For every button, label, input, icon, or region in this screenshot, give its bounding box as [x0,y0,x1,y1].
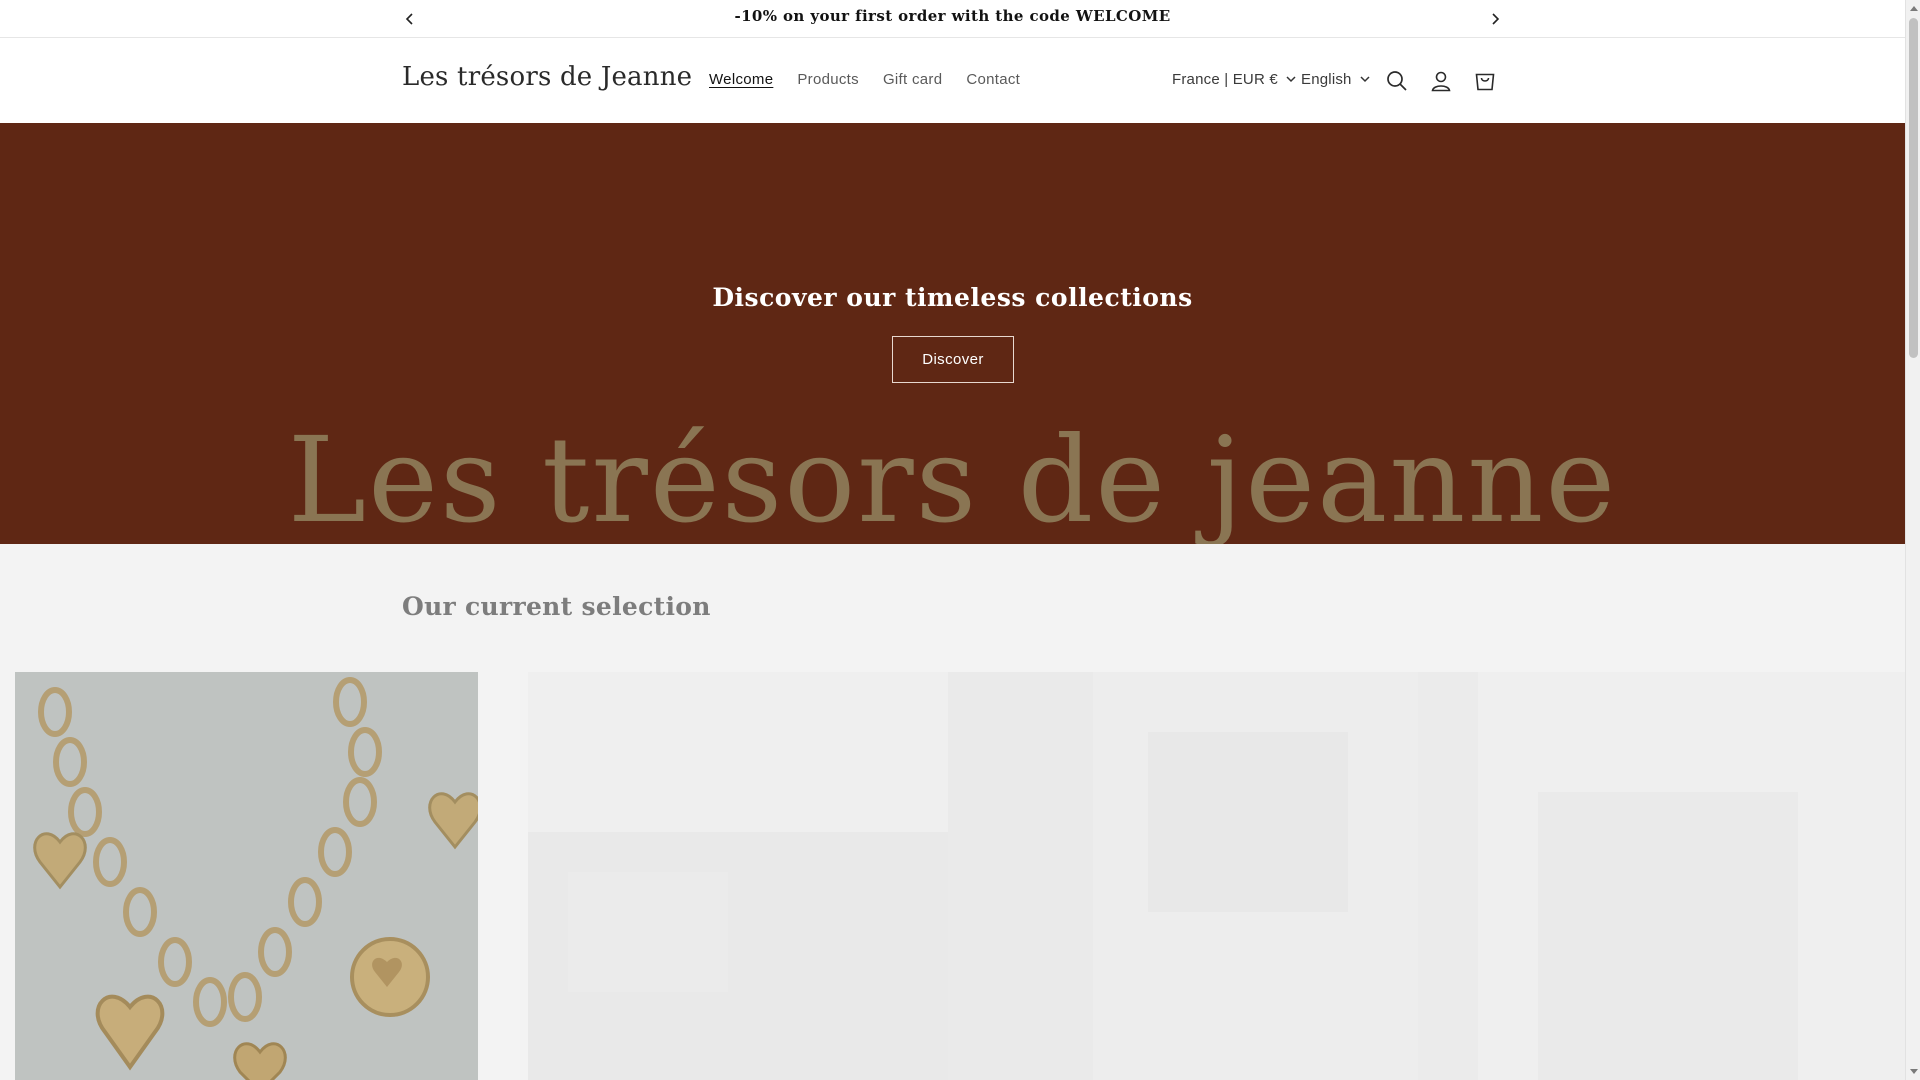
site-header: Les trésors de Jeanne Welcome Products G… [0,38,1905,123]
scrollbar-thumb[interactable] [1909,18,1918,358]
nav-item-gift-card[interactable]: Gift card [871,71,954,88]
main-nav: Welcome Products Gift card Contact [697,71,1032,88]
section-title: Our current selection [402,592,711,621]
caret-down-icon [1909,1068,1918,1074]
search-icon [1387,71,1407,91]
account-icon [1431,71,1451,92]
product-card-image[interactable] [15,672,478,1080]
product-image-placeholder [948,672,1418,1080]
discover-button[interactable]: Discover [892,336,1014,383]
nav-item-welcome[interactable]: Welcome [697,71,785,88]
caret-up-icon [1909,5,1918,11]
cart-icon [1475,73,1495,91]
chevron-down-icon [1286,76,1296,83]
hero-banner: Discover our timeless collections Discov… [0,123,1905,544]
announcement-next-button[interactable] [1485,9,1505,29]
scroll-down-arrow[interactable] [1909,1067,1918,1076]
necklace-image [15,672,478,1080]
product-card-image[interactable] [948,672,1418,1080]
product-card-image[interactable] [528,672,948,1080]
country-selector-label: France | EUR € [1172,71,1278,88]
language-selector[interactable]: English [1301,71,1370,88]
chevron-right-icon [1492,13,1500,25]
announcement-bar: -10% on your first order with the code W… [0,0,1905,38]
nav-item-contact[interactable]: Contact [954,71,1032,88]
search-button[interactable] [1382,66,1412,96]
country-selector[interactable]: France | EUR € [1172,71,1296,88]
nav-item-products[interactable]: Products [785,71,871,88]
chevron-down-icon [1360,76,1370,83]
hero-watermark-logo: Les trésors de jeanne [287,411,1618,544]
scroll-up-arrow[interactable] [1909,3,1918,12]
site-logo[interactable]: Les trésors de Jeanne [402,62,692,92]
account-button[interactable] [1426,66,1456,96]
page: -10% on your first order with the code W… [0,0,1905,1080]
product-card-image[interactable] [1418,672,1905,1080]
language-selector-label: English [1301,71,1352,88]
scrollbar[interactable] [1905,0,1920,1080]
hero-title: Discover our timeless collections [712,283,1193,312]
product-image-placeholder [528,672,948,1080]
product-image-placeholder [1418,672,1905,1080]
cart-button[interactable] [1470,66,1500,96]
current-selection-section: Our current selection [0,544,1905,1080]
announcement-message: -10% on your first order with the code W… [734,7,1171,25]
